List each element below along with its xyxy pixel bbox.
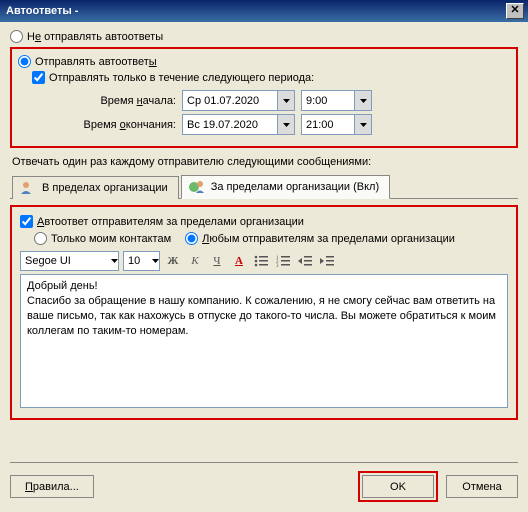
bullet-list-button[interactable] <box>252 252 270 270</box>
start-label: Время начала: <box>52 95 182 107</box>
radio-any-sender-input[interactable] <box>185 232 198 245</box>
start-time-value: 9:00 <box>306 95 354 107</box>
end-date-combo[interactable]: Вс 19.07.2020 <box>182 114 295 135</box>
chevron-down-icon[interactable] <box>152 259 159 263</box>
close-icon[interactable]: ✕ <box>506 3 524 19</box>
checkbox-external-reply-label: Автоответ отправителям за пределами орга… <box>37 216 304 228</box>
chevron-down-icon[interactable] <box>354 115 371 134</box>
radio-send-input[interactable] <box>18 55 31 68</box>
ok-button-label: OK <box>390 481 406 493</box>
italic-button[interactable]: К <box>186 252 204 270</box>
bold-button[interactable]: Ж <box>164 252 182 270</box>
end-time-combo[interactable]: 21:00 <box>301 114 372 135</box>
outdent-button[interactable] <box>296 252 314 270</box>
font-name-select[interactable]: Segoe UI <box>20 251 119 271</box>
checkbox-external-reply[interactable]: Автоответ отправителям за пределами орга… <box>20 215 508 228</box>
font-name-value: Segoe UI <box>25 255 111 267</box>
radio-send-label: Отправлять автоответы <box>35 56 157 68</box>
radio-contacts-only[interactable]: Только моим контактам <box>34 232 171 245</box>
indent-button[interactable] <box>318 252 336 270</box>
chevron-down-icon[interactable] <box>277 91 294 110</box>
checkbox-period-label: Отправлять только в течение следующего п… <box>49 72 314 84</box>
window-title: Автоответы - <box>6 5 506 17</box>
radio-any-sender-label: Любым отправителям за пределами организа… <box>202 233 455 245</box>
row-start: Время начала: Ср 01.07.2020 9:00 <box>52 90 510 111</box>
radio-any-sender[interactable]: Любым отправителям за пределами организа… <box>185 232 455 245</box>
font-size-select[interactable]: 10 <box>123 251 160 271</box>
end-label: Время окончания: <box>52 119 182 131</box>
person-icon <box>19 180 37 196</box>
rules-button[interactable]: Правила... <box>10 475 94 498</box>
font-color-button[interactable]: А <box>230 252 248 270</box>
start-date-value: Ср 01.07.2020 <box>187 95 277 107</box>
chevron-down-icon[interactable] <box>111 259 118 263</box>
message-editor[interactable]: Добрый день! Спасибо за обращение в нашу… <box>20 274 508 408</box>
row-end: Время окончания: Вс 19.07.2020 21:00 <box>52 114 510 135</box>
external-scope-row: Только моим контактам Любым отправителям… <box>34 232 508 245</box>
tab-inside-org[interactable]: В пределах организации <box>12 176 179 199</box>
dialog-footer: Правила... OK Отмена <box>10 462 518 502</box>
radio-dont-send-label: Не отправлять автоответы <box>27 31 163 43</box>
svg-text:3: 3 <box>276 264 279 267</box>
chevron-down-icon[interactable] <box>354 91 371 110</box>
radio-dont-send[interactable]: Не отправлять автоответы <box>10 30 518 43</box>
numbered-list-button[interactable]: 123 <box>274 252 292 270</box>
ok-button[interactable]: OK <box>362 475 434 498</box>
rules-button-label: Правила... <box>25 481 79 493</box>
end-date-value: Вс 19.07.2020 <box>187 119 277 131</box>
start-time-combo[interactable]: 9:00 <box>301 90 372 111</box>
tab-outside-org[interactable]: За пределами организации (Вкл) <box>181 175 390 199</box>
cancel-button[interactable]: Отмена <box>446 475 518 498</box>
chevron-down-icon[interactable] <box>277 115 294 134</box>
start-date-combo[interactable]: Ср 01.07.2020 <box>182 90 295 111</box>
message-greeting: Добрый день! <box>27 279 501 294</box>
ok-highlight: OK <box>358 471 438 502</box>
tab-outside-label: За пределами организации (Вкл) <box>211 181 379 193</box>
globe-person-icon <box>188 179 206 195</box>
font-size-value: 10 <box>128 255 152 267</box>
end-time-value: 21:00 <box>306 119 354 131</box>
message-body: Спасибо за обращение в нашу компанию. К … <box>27 294 501 339</box>
radio-dont-send-input[interactable] <box>10 30 23 43</box>
radio-contacts-only-label: Только моим контактам <box>51 233 171 245</box>
underline-button[interactable]: Ч <box>208 252 226 270</box>
radio-contacts-only-input[interactable] <box>34 232 47 245</box>
checkbox-period[interactable]: Отправлять только в течение следующего п… <box>32 71 510 84</box>
tab-inside-label: В пределах организации <box>42 182 168 194</box>
send-autoreply-group: Отправлять автоответы Отправлять только … <box>10 47 518 148</box>
checkbox-period-input[interactable] <box>32 71 45 84</box>
editor-toolbar: Segoe UI 10 Ж К Ч А 123 <box>20 251 508 271</box>
dialog-content: Не отправлять автоответы Отправлять авто… <box>0 22 528 426</box>
checkbox-external-reply-input[interactable] <box>20 215 33 228</box>
external-reply-group: Автоответ отправителям за пределами орга… <box>10 205 518 420</box>
tab-bar: В пределах организации За пределами орга… <box>10 174 518 199</box>
radio-send[interactable]: Отправлять автоответы <box>18 55 510 68</box>
titlebar: Автоответы - ✕ <box>0 0 528 22</box>
reply-note: Отвечать один раз каждому отправителю сл… <box>12 156 516 168</box>
cancel-button-label: Отмена <box>462 481 501 493</box>
